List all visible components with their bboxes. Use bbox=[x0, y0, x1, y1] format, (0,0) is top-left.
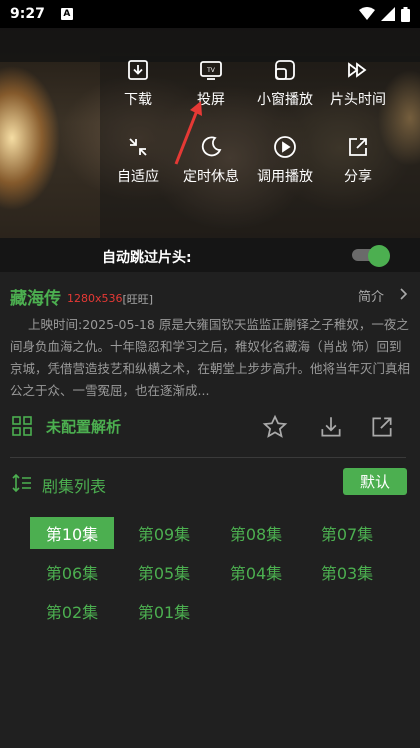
episode-button[interactable]: 第02集 bbox=[30, 595, 114, 627]
star-icon[interactable] bbox=[262, 414, 288, 440]
external-play-label: 调用播放 bbox=[257, 169, 313, 185]
action-row: 未配置解析 bbox=[0, 410, 420, 446]
episode-button[interactable]: 第10集 bbox=[30, 517, 114, 549]
share-label: 分享 bbox=[344, 169, 372, 185]
source-tag: [旺旺] bbox=[122, 292, 154, 306]
opening-time-button[interactable]: 片头时间 bbox=[318, 58, 398, 109]
episode-button[interactable]: 第07集 bbox=[305, 517, 389, 549]
resolution-label: 1280x536 bbox=[67, 292, 123, 305]
episode-button[interactable]: 第05集 bbox=[122, 556, 206, 588]
episode-button[interactable]: 第03集 bbox=[305, 556, 389, 588]
chevron-right-icon[interactable] bbox=[399, 288, 408, 303]
download-icon[interactable] bbox=[318, 414, 344, 440]
sort-list-icon bbox=[12, 473, 31, 493]
auto-skip-label: 自动跳过片头: bbox=[102, 250, 192, 266]
play-circle-icon bbox=[274, 136, 296, 158]
episode-list-title: 剧集列表 bbox=[42, 477, 107, 496]
external-play-button[interactable]: 调用播放 bbox=[245, 135, 325, 186]
pip-icon bbox=[275, 60, 295, 80]
share-button[interactable]: 分享 bbox=[318, 135, 398, 186]
notification-a-icon: A bbox=[60, 8, 73, 20]
download-button[interactable]: 下载 bbox=[98, 58, 178, 109]
drama-title: 藏海传 bbox=[10, 289, 61, 309]
pip-button[interactable]: 小窗播放 bbox=[245, 58, 325, 109]
description-text: 上映时间:2025-05-18 原是大雍国钦天监监正蒯铎之子稚奴，一夜之间身负血… bbox=[10, 317, 410, 398]
wifi-icon bbox=[359, 7, 375, 20]
episode-button[interactable]: 第01集 bbox=[122, 595, 206, 627]
share-icon[interactable] bbox=[369, 414, 395, 440]
pip-label: 小窗播放 bbox=[257, 92, 313, 108]
annotation-arrow bbox=[174, 101, 202, 165]
sort-default-button[interactable]: 默认 bbox=[343, 468, 407, 495]
battery-icon bbox=[401, 6, 410, 22]
signal-icon bbox=[381, 7, 395, 21]
parse-config-label[interactable]: 未配置解析 bbox=[46, 416, 121, 437]
status-time: 9:27 bbox=[10, 6, 45, 22]
fit-screen-label: 自适应 bbox=[117, 169, 159, 185]
divider bbox=[10, 457, 406, 458]
share-icon bbox=[349, 138, 367, 156]
svg-text:TV: TV bbox=[206, 67, 216, 74]
cast-tv-icon: TV bbox=[200, 61, 222, 80]
opening-time-label: 片头时间 bbox=[330, 92, 386, 108]
download-label: 下载 bbox=[124, 92, 152, 108]
fit-screen-button[interactable]: 自适应 bbox=[98, 135, 178, 186]
fit-screen-icon bbox=[129, 138, 147, 156]
status-bar: 9:27 A bbox=[0, 0, 420, 28]
auto-skip-row: 自动跳过片头: bbox=[0, 238, 420, 272]
download-icon bbox=[128, 60, 148, 80]
episode-button[interactable]: 第06集 bbox=[30, 556, 114, 588]
episode-button[interactable]: 第04集 bbox=[214, 556, 298, 588]
episode-button[interactable]: 第09集 bbox=[122, 517, 206, 549]
status-icons bbox=[359, 6, 410, 22]
title-row: 藏海传 1280x536 [旺旺] bbox=[10, 284, 410, 309]
auto-skip-toggle[interactable] bbox=[352, 245, 392, 267]
grid-icon bbox=[12, 416, 32, 436]
intro-button[interactable]: 简介 bbox=[358, 286, 384, 305]
toggle-thumb bbox=[368, 245, 390, 267]
episode-list-header: 剧集列表 默认 bbox=[0, 468, 420, 500]
skip-forward-icon bbox=[348, 62, 367, 78]
episode-button[interactable]: 第08集 bbox=[214, 517, 298, 549]
